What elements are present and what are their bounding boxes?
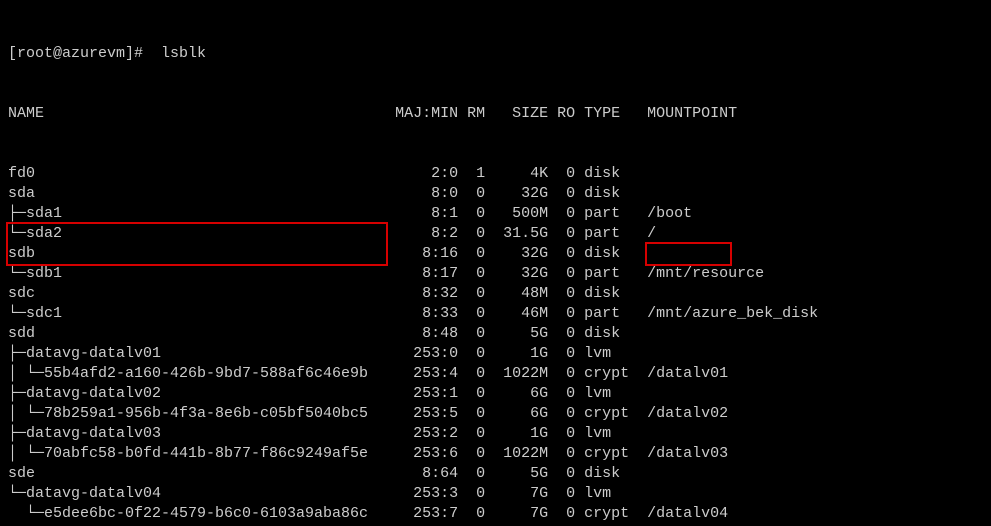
- table-row: └─sda2 8:2 0 31.5G 0 part /: [8, 224, 983, 244]
- table-row: └─e5dee6bc-0f22-4579-b6c0-6103a9aba86c 2…: [8, 504, 983, 524]
- table-row: └─datavg-datalv04 253:3 0 7G 0 lvm: [8, 484, 983, 504]
- shell-prompt: [root@azurevm]# lsblk: [8, 45, 206, 62]
- table-row: sdd 8:48 0 5G 0 disk: [8, 324, 983, 344]
- table-row: sdb 8:16 0 32G 0 disk: [8, 244, 983, 264]
- header-line: NAME MAJ:MIN RM SIZE RO TYPE MOUNTPOINT: [8, 104, 983, 124]
- table-row: ├─datavg-datalv02 253:1 0 6G 0 lvm: [8, 384, 983, 404]
- table-row: ├─datavg-datalv03 253:2 0 1G 0 lvm: [8, 424, 983, 444]
- table-row: │ └─70abfc58-b0fd-441b-8b77-f86c9249af5e…: [8, 444, 983, 464]
- prompt-line: [root@azurevm]# lsblk: [8, 44, 983, 64]
- table-row: ├─datavg-datalv01 253:0 0 1G 0 lvm: [8, 344, 983, 364]
- table-row: sda 8:0 0 32G 0 disk: [8, 184, 983, 204]
- table-row: └─sdb1 8:17 0 32G 0 part /mnt/resource: [8, 264, 983, 284]
- table-row: sde 8:64 0 5G 0 disk: [8, 464, 983, 484]
- table-row: │ └─78b259a1-956b-4f3a-8e6b-c05bf5040bc5…: [8, 404, 983, 424]
- lsblk-rows: fd0 2:0 1 4K 0 disk sda 8:0 0 32G 0 disk…: [8, 164, 983, 526]
- table-row: └─sdc1 8:33 0 46M 0 part /mnt/azure_bek_…: [8, 304, 983, 324]
- terminal-output: [root@azurevm]# lsblk NAME MAJ:MIN RM SI…: [0, 0, 991, 526]
- table-row: fd0 2:0 1 4K 0 disk: [8, 164, 983, 184]
- table-row: ├─sda1 8:1 0 500M 0 part /boot: [8, 204, 983, 224]
- table-row: sdc 8:32 0 48M 0 disk: [8, 284, 983, 304]
- table-row: │ └─55b4afd2-a160-426b-9bd7-588af6c46e9b…: [8, 364, 983, 384]
- lsblk-header: NAME MAJ:MIN RM SIZE RO TYPE MOUNTPOINT: [8, 105, 737, 122]
